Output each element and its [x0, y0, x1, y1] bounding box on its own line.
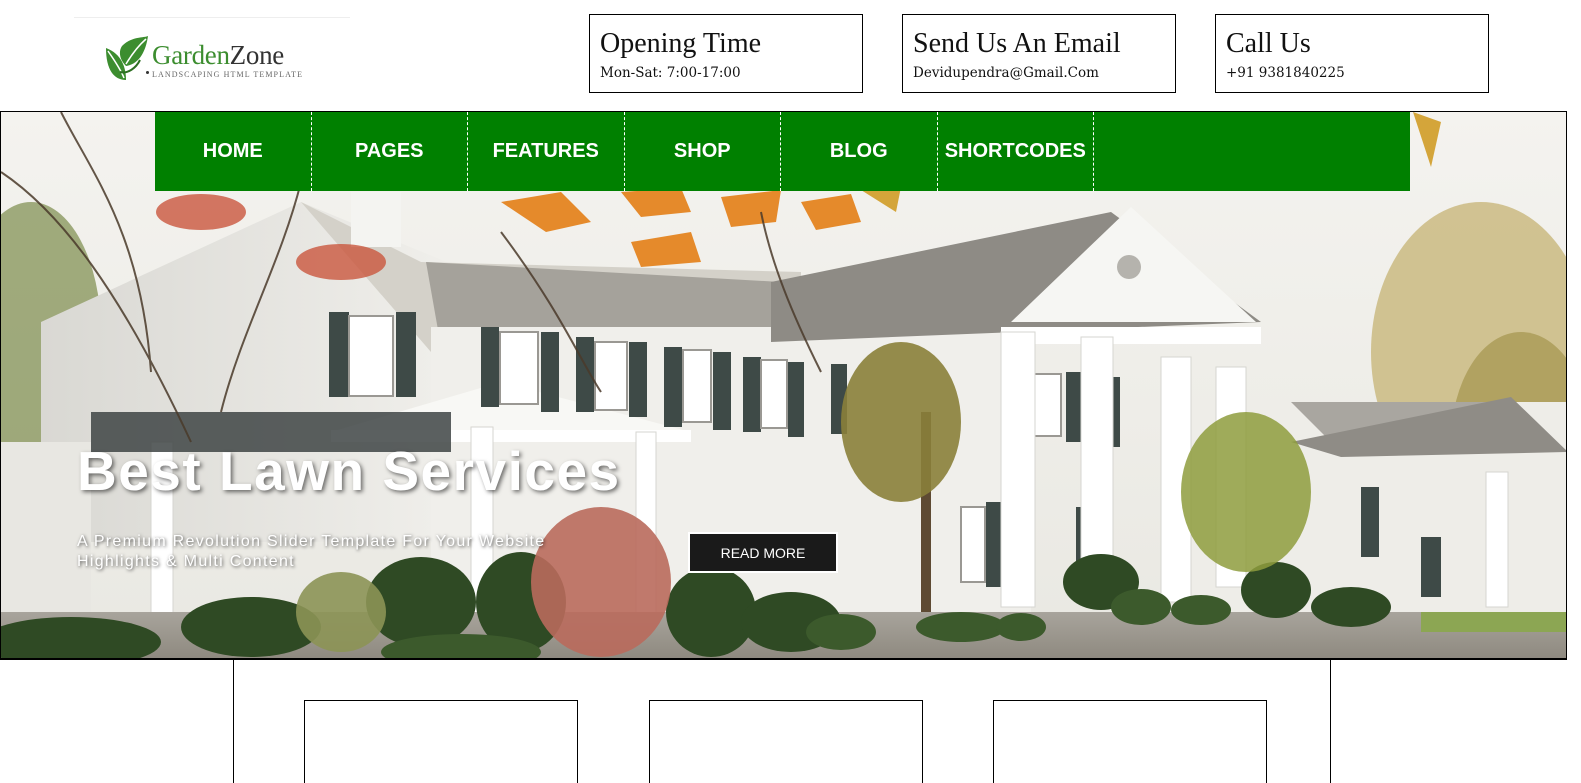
call-box: Call Us +91 9381840225 — [1215, 14, 1489, 93]
nav-features[interactable]: FEATURES — [468, 112, 625, 191]
nav-pages[interactable]: PAGES — [312, 112, 468, 191]
main-nav: HOME PAGES FEATURES SHOP BLOG SHORTCODES — [155, 112, 1410, 191]
read-more-button[interactable]: READ MORE — [688, 532, 838, 573]
email-title: Send Us An Email — [913, 28, 1121, 59]
opening-time-box: Opening Time Mon-Sat: 7:00-17:00 — [589, 14, 863, 93]
logo-name: GardenZone — [152, 40, 284, 70]
logo-tagline: LANDSCAPING HTML TEMPLATE — [152, 70, 304, 79]
email-value[interactable]: Devidupendra@Gmail.Com — [913, 65, 1165, 81]
nav-shortcodes[interactable]: SHORTCODES — [938, 112, 1094, 191]
hero-slider: HOME PAGES FEATURES SHOP BLOG SHORTCODES… — [0, 111, 1567, 660]
nav-home[interactable]: HOME — [155, 112, 312, 191]
leaf-icon — [106, 36, 148, 80]
hero-image — [1, 112, 1566, 658]
logo-name-part1: Garden — [152, 40, 230, 70]
logo-name-part2: Zone — [229, 40, 285, 70]
opening-time-title: Opening Time — [600, 28, 762, 59]
call-title: Call Us — [1226, 28, 1311, 59]
feature-card-3 — [993, 700, 1267, 783]
email-box: Send Us An Email Devidupendra@Gmail.Com — [902, 14, 1176, 93]
hero-subtitle: A Premium Revolution Slider Template For… — [77, 533, 546, 570]
call-value[interactable]: +91 9381840225 — [1226, 65, 1478, 81]
feature-card-2 — [649, 700, 923, 783]
feature-card-1 — [304, 700, 578, 783]
nav-blog[interactable]: BLOG — [781, 112, 938, 191]
nav-shop[interactable]: SHOP — [625, 112, 781, 191]
hero-title: Best Lawn Services — [77, 440, 621, 502]
opening-time-value: Mon-Sat: 7:00-17:00 — [600, 65, 741, 81]
logo[interactable]: GardenZone LANDSCAPING HTML TEMPLATE — [74, 17, 350, 95]
logo-dot — [146, 71, 149, 74]
